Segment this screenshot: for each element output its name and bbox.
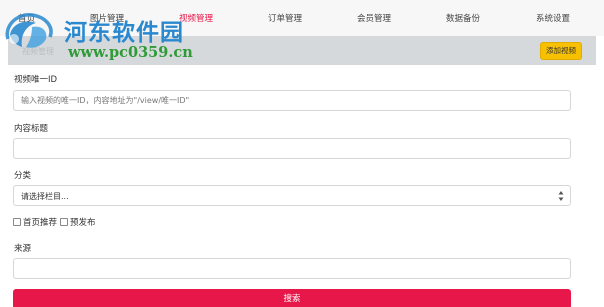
nav-item-backup[interactable]: 数据备份 [446,12,480,24]
category-label: 分类 [14,171,32,181]
video-id-input[interactable] [13,90,571,111]
select-updown-icon [558,191,564,201]
source-input[interactable] [13,258,571,279]
category-select[interactable]: 请选择栏目... [13,185,571,206]
watermark-logo-icon [5,13,53,48]
watermark-url: www.pc0359.cn [68,44,193,61]
home-recommend-label: 首页推荐 [23,218,58,228]
video-id-label: 视频唯一ID [14,75,58,85]
prerelease-label: 预发布 [70,218,96,228]
nav-item-videos[interactable]: 视频管理 [179,12,213,24]
flags-row: 首页推荐 预发布 [13,216,99,228]
add-video-button[interactable]: 添加视频 [540,42,582,60]
nav-item-members[interactable]: 会员管理 [357,12,391,24]
nav-item-settings[interactable]: 系统设置 [536,12,570,24]
title-input[interactable] [13,138,571,159]
title-label: 内容标题 [14,124,49,134]
watermark-title: 河东软件园 [64,19,184,46]
search-button[interactable]: 搜索 [13,289,571,307]
prerelease-checkbox[interactable] [60,218,69,226]
source-label: 来源 [14,244,32,254]
home-recommend-checkbox[interactable] [13,218,21,226]
nav-item-orders[interactable]: 订单管理 [268,12,302,24]
category-select-value: 请选择栏目... [21,192,69,201]
